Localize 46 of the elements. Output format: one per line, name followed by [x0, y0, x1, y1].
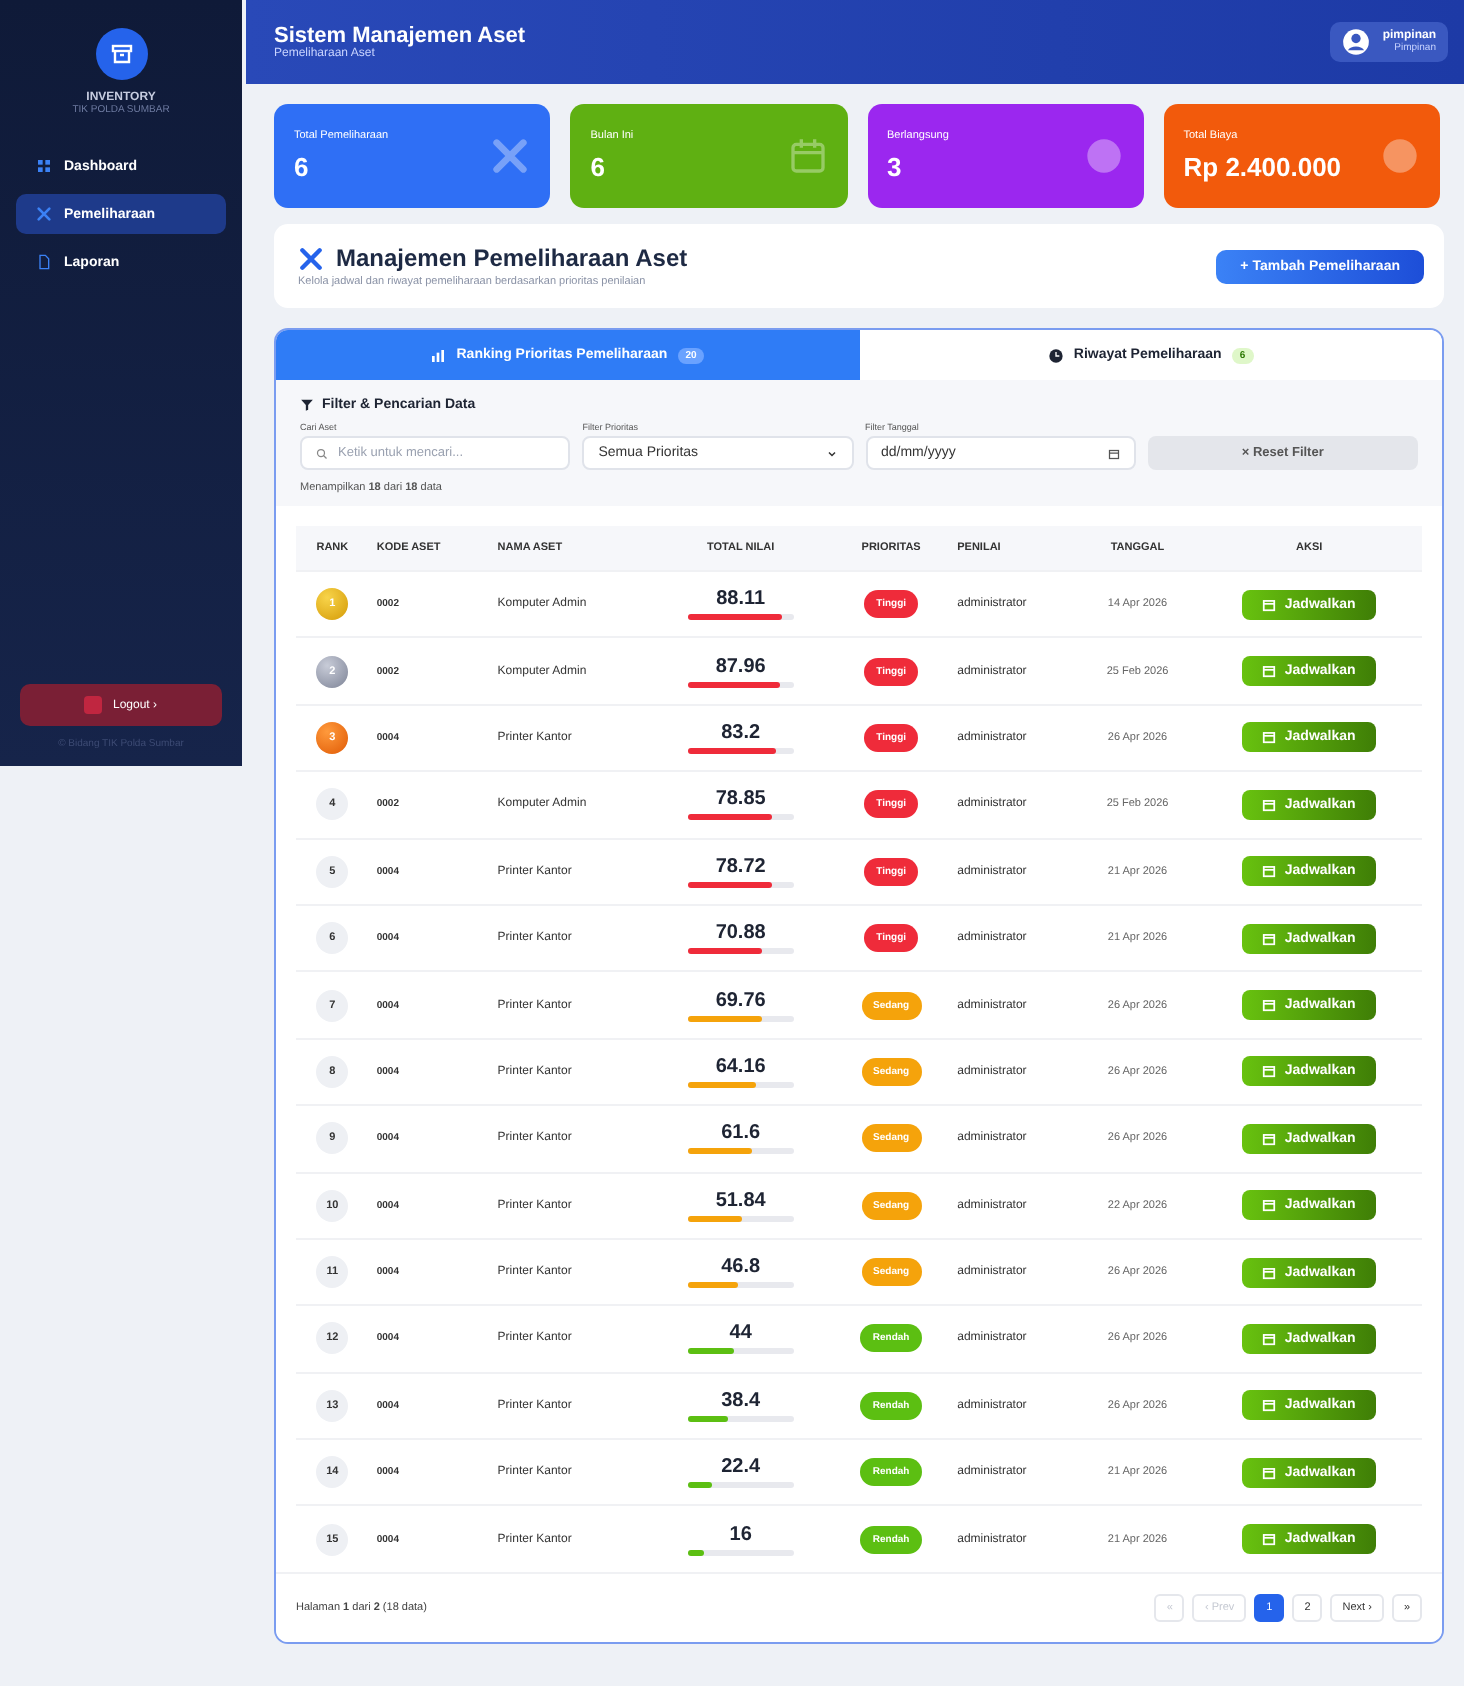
calendar-icon [1262, 1064, 1277, 1079]
total-score: 88.11 [714, 588, 768, 611]
total-score: 83.2 [719, 721, 763, 744]
calendar-icon [1262, 1465, 1277, 1480]
calendar-icon [1262, 1398, 1277, 1413]
stat-value: 6 [294, 152, 311, 182]
stat-value: Rp 2.400.000 [1183, 152, 1342, 182]
calendar-icon [1262, 1265, 1277, 1280]
calendar-icon [1262, 931, 1277, 946]
grid-icon [36, 158, 52, 174]
calendar-icon [1262, 864, 1277, 879]
page-title: Manajemen Pemeliharaan Aset [336, 244, 688, 272]
file-icon [36, 254, 52, 270]
calendar-icon [1262, 998, 1277, 1013]
bar-chart-icon [430, 347, 447, 363]
total-score: 70.88 [713, 922, 768, 945]
avatar-icon [1342, 28, 1371, 56]
calendar-icon [1262, 1331, 1277, 1346]
calendar-icon [1107, 447, 1120, 459]
search-icon [316, 447, 328, 459]
total-score: 16 [727, 1523, 754, 1546]
calendar-icon [1262, 1198, 1277, 1213]
total-score: 78.85 [713, 788, 768, 811]
total-score: 78.72 [713, 855, 768, 878]
total-score: 51.84 [713, 1189, 768, 1212]
calendar-icon [1262, 730, 1277, 745]
calendar-icon [1262, 1532, 1277, 1547]
total-score: 64.16 [713, 1055, 768, 1078]
filter-icon [300, 398, 314, 412]
total-score: 69.76 [713, 989, 768, 1012]
total-score: 22.4 [719, 1456, 763, 1479]
stat-value: 3 [887, 152, 904, 182]
calendar-icon [1262, 1131, 1277, 1146]
total-score: 61.6 [719, 1122, 763, 1145]
calendar-icon [787, 136, 827, 176]
app-title: Sistem Manajemen Aset [274, 24, 526, 48]
total-score: 38.4 [719, 1389, 763, 1412]
total-score: 44 [727, 1322, 754, 1345]
calendar-icon [1262, 664, 1277, 679]
calendar-icon [1262, 797, 1277, 812]
total-score: 87.96 [713, 655, 768, 678]
chevron-icon [825, 447, 837, 459]
calendar-icon [1262, 597, 1277, 612]
stat-value: 6 [590, 152, 607, 182]
total-score: 46.8 [719, 1256, 763, 1279]
logo-icon [95, 28, 147, 80]
